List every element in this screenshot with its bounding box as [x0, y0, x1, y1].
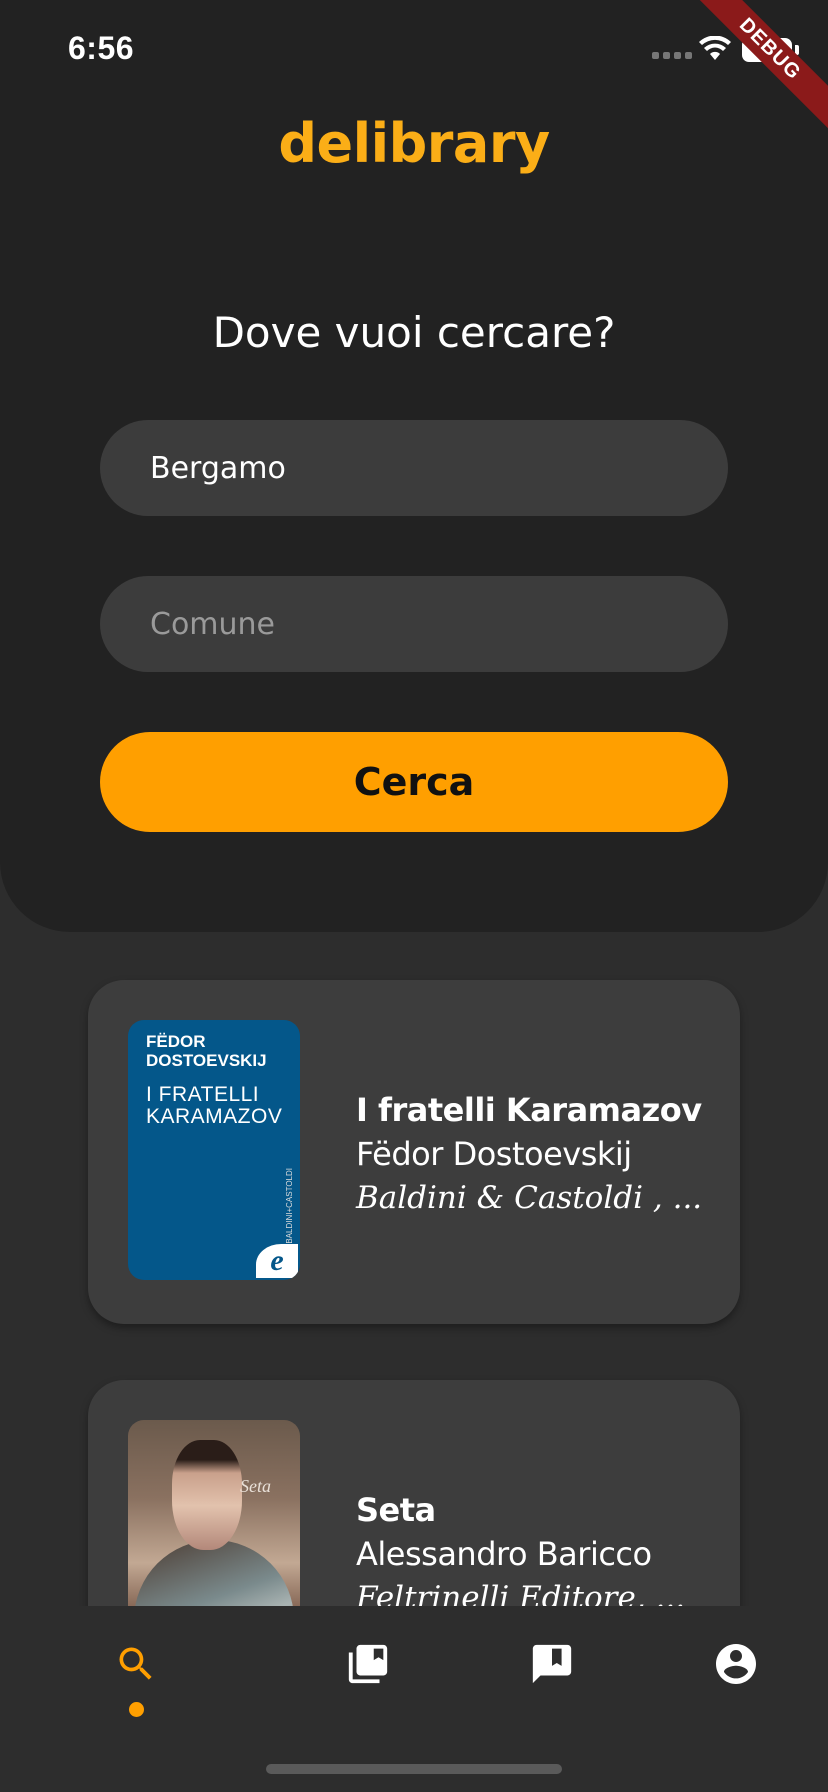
publisher-logo-icon: e: [256, 1244, 298, 1278]
cover-author-text: FËDOR DOSTOEVSKIJ: [146, 1032, 267, 1070]
cover-title-text: I FRATELLI KARAMAZOV: [146, 1083, 283, 1128]
nav-account-tab[interactable]: [706, 1634, 766, 1694]
account-circle-icon: [716, 1644, 756, 1684]
search-icon: [119, 1647, 152, 1680]
bottom-navigation-bar: [0, 1606, 828, 1792]
nav-search-tab[interactable]: [106, 1634, 166, 1694]
nav-library-tab[interactable]: [338, 1634, 398, 1694]
library-books-icon: [348, 1644, 388, 1684]
province-input[interactable]: [100, 420, 728, 516]
cover-publisher-text: BALDINI+CASTOLDI: [285, 1168, 294, 1244]
debug-label: DEBUG: [688, 0, 828, 131]
book-publisher: Baldini & Castoldi , ...: [356, 1180, 703, 1216]
cover-title-text: Seta: [240, 1476, 271, 1496]
search-question-heading: Dove vuoi cercare?: [212, 308, 616, 357]
comune-input[interactable]: [100, 576, 728, 672]
book-cover-image: FËDOR DOSTOEVSKIJ I FRATELLI KARAMAZOV B…: [128, 1020, 300, 1280]
book-title: I fratelli Karamazov: [356, 1091, 702, 1129]
home-indicator: [266, 1764, 562, 1774]
book-card[interactable]: FËDOR DOSTOEVSKIJ I FRATELLI KARAMAZOV B…: [88, 980, 740, 1324]
book-author: Fëdor Dostoevskij: [356, 1135, 632, 1173]
nav-bookmarks-tab[interactable]: [522, 1634, 582, 1694]
book-author: Alessandro Baricco: [356, 1535, 652, 1573]
debug-ribbon: DEBUG: [688, 0, 828, 140]
active-tab-indicator: [129, 1702, 144, 1717]
book-info: I fratelli Karamazov Fëdor Dostoevskij B…: [356, 1088, 716, 1220]
cellular-signal-icon: [652, 52, 692, 59]
bookmark-icon: [532, 1644, 572, 1684]
book-title: Seta: [356, 1491, 436, 1529]
status-time: 6:56: [68, 30, 135, 66]
search-button[interactable]: Cerca: [100, 732, 728, 832]
cover-art-face: [172, 1440, 242, 1550]
book-info: Seta Alessandro Baricco Feltrinelli Edit…: [356, 1488, 716, 1620]
